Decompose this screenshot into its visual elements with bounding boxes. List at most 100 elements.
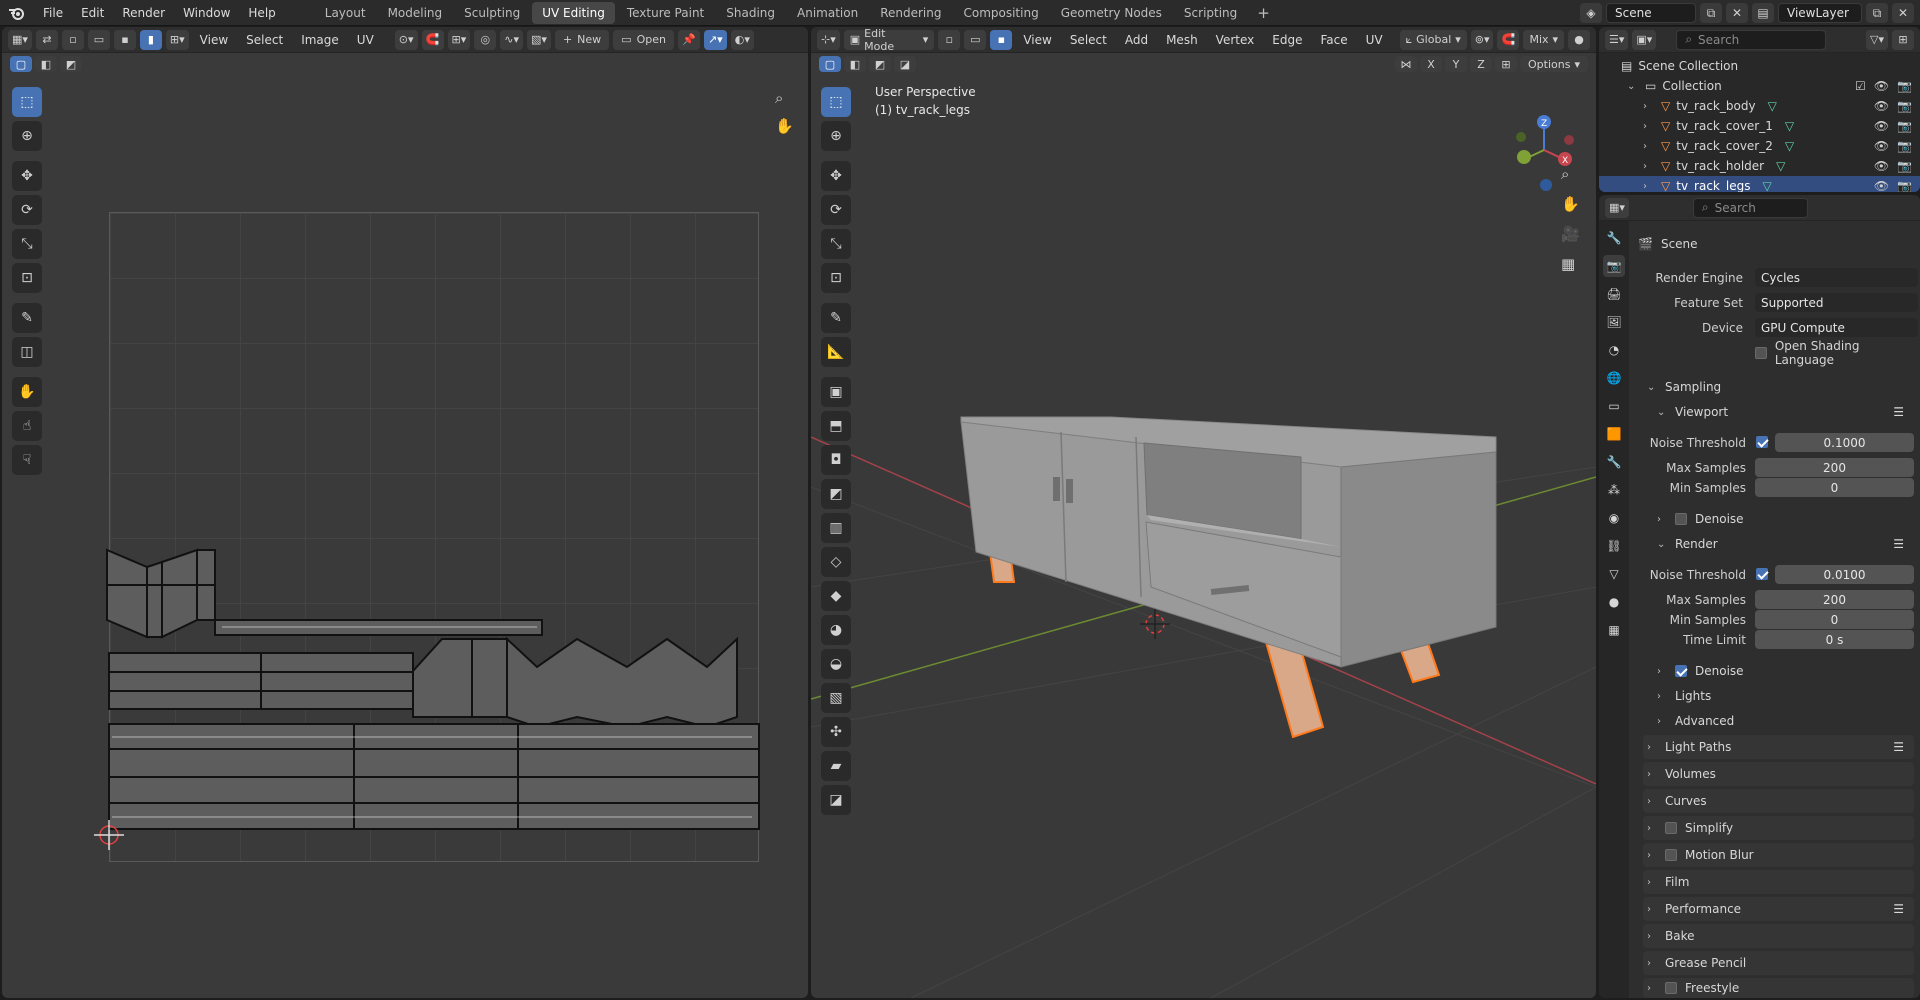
- feature-set-dropdown[interactable]: Supported: [1755, 293, 1918, 312]
- outliner-object-row-active[interactable]: › ▽ tv_rack_legs ▽ 👁 📷: [1599, 176, 1920, 192]
- extrude-region-tool-icon[interactable]: ⬒: [821, 411, 851, 441]
- tab-geometry-nodes[interactable]: Geometry Nodes: [1051, 2, 1172, 24]
- tab-uv-editing[interactable]: UV Editing: [532, 1, 615, 24]
- new-scene-icon[interactable]: ⧉: [1700, 3, 1722, 23]
- viewport-select-tool-icon[interactable]: ⬚: [821, 87, 851, 117]
- motion-blur-panel[interactable]: › Motion Blur: [1643, 843, 1914, 867]
- tab-compositing[interactable]: Compositing: [953, 2, 1048, 24]
- render-engine-dropdown[interactable]: Cycles: [1755, 268, 1918, 287]
- render-min-samples-field[interactable]: 0: [1755, 610, 1914, 629]
- tab-scripting[interactable]: Scripting: [1174, 2, 1247, 24]
- menu-file[interactable]: File: [34, 0, 72, 26]
- outliner[interactable]: ☰▾ ▣▾ ⌕ Search ▽▾ ⊞ ▤ Scene Collection ⌄ ▭ C…: [1599, 27, 1920, 192]
- tab-shading[interactable]: Shading: [716, 2, 785, 24]
- loop-cut-tool-icon[interactable]: ▥: [821, 513, 851, 543]
- viewport-pan-icon[interactable]: ✋: [1561, 195, 1580, 213]
- render-visibility-icon[interactable]: 📷: [1897, 99, 1912, 113]
- edge-slide-tool-icon[interactable]: ▧: [821, 683, 851, 713]
- outliner-object-row[interactable]: › ▽ tv_rack_holder ▽ 👁 📷: [1599, 156, 1920, 176]
- device-dropdown[interactable]: GPU Compute: [1755, 318, 1918, 337]
- render-denoise-checkbox[interactable]: [1675, 665, 1687, 677]
- uv-islands[interactable]: [2, 27, 808, 998]
- smooth-tool-icon[interactable]: ◒: [821, 649, 851, 679]
- viewport-annotate-tool-icon[interactable]: ✎: [821, 303, 851, 333]
- scene-icon[interactable]: ◈: [1580, 3, 1602, 23]
- add-cube-tool-icon[interactable]: ▣: [821, 377, 851, 407]
- menu-edit[interactable]: Edit: [72, 0, 113, 26]
- measure-tool-icon[interactable]: 📐: [821, 337, 851, 367]
- sampling-section-header[interactable]: ⌄ Sampling: [1643, 375, 1914, 399]
- render-max-samples-field[interactable]: 200: [1755, 590, 1914, 609]
- render-visibility-icon[interactable]: 📷: [1897, 119, 1912, 133]
- presets-icon[interactable]: ☰: [1893, 740, 1904, 754]
- camera-view-icon[interactable]: 🎥: [1561, 225, 1580, 243]
- menu-window[interactable]: Window: [174, 0, 239, 26]
- collection-row[interactable]: ⌄ ▭ Collection ☑ 👁 📷: [1599, 76, 1920, 96]
- bevel-tool-icon[interactable]: ◩: [821, 479, 851, 509]
- advanced-subsection[interactable]: › Advanced: [1657, 709, 1914, 733]
- render-noise-threshold-checkbox[interactable]: [1756, 568, 1768, 580]
- lights-subsection[interactable]: › Lights: [1657, 684, 1914, 708]
- ortho-toggle-icon[interactable]: ▦: [1561, 255, 1580, 273]
- simplify-checkbox[interactable]: [1665, 822, 1677, 834]
- viewport-subsection-header[interactable]: ⌄ Viewport ☰: [1657, 400, 1914, 424]
- collection-checkbox-icon[interactable]: ☑: [1855, 79, 1866, 93]
- freestyle-checkbox[interactable]: [1665, 982, 1677, 994]
- collection-tab-icon[interactable]: ▭: [1603, 395, 1625, 417]
- modifier-tab-icon[interactable]: 🔧: [1603, 451, 1625, 473]
- display-mode-icon[interactable]: ▣▾: [1632, 29, 1657, 50]
- render-visibility-icon[interactable]: 📷: [1897, 159, 1912, 173]
- view-layer-field[interactable]: ViewLayer: [1778, 3, 1862, 23]
- time-limit-field[interactable]: 0 s: [1755, 630, 1914, 649]
- viewport-min-samples-field[interactable]: 0: [1755, 478, 1914, 497]
- constraints-tab-icon[interactable]: ⛓: [1603, 535, 1625, 557]
- viewport-noise-threshold-checkbox[interactable]: [1756, 436, 1768, 448]
- menu-render[interactable]: Render: [113, 0, 174, 26]
- poly-build-tool-icon[interactable]: ◆: [821, 581, 851, 611]
- curves-panel[interactable]: › Curves: [1643, 789, 1914, 813]
- render-tab-icon[interactable]: 📷: [1603, 255, 1625, 277]
- blender-logo-icon[interactable]: [0, 0, 34, 26]
- outliner-object-row[interactable]: › ▽ tv_rack_cover_1 ▽ 👁 📷: [1599, 116, 1920, 136]
- render-visibility-icon[interactable]: 📷: [1897, 179, 1912, 192]
- presets-icon[interactable]: ☰: [1893, 902, 1904, 916]
- add-workspace-icon[interactable]: +: [1249, 4, 1278, 22]
- performance-panel[interactable]: › Performance ☰: [1643, 897, 1914, 921]
- viewport-denoise-checkbox[interactable]: [1675, 513, 1687, 525]
- mesh-data-icon[interactable]: ▽: [1776, 159, 1785, 173]
- tab-texture-paint[interactable]: Texture Paint: [617, 2, 714, 24]
- presets-icon[interactable]: ☰: [1893, 405, 1904, 419]
- tool-tab-icon[interactable]: 🔧: [1603, 227, 1625, 249]
- knife-tool-icon[interactable]: ◇: [821, 547, 851, 577]
- visibility-icon[interactable]: 👁: [1874, 99, 1889, 113]
- render-subsection-header[interactable]: ⌄ Render ☰: [1657, 532, 1914, 556]
- viewport-denoise-subsection[interactable]: › Denoise: [1657, 507, 1914, 531]
- bake-panel[interactable]: › Bake: [1643, 924, 1914, 948]
- particles-tab-icon[interactable]: ⁂: [1603, 479, 1625, 501]
- object-tab-icon[interactable]: 🟧: [1603, 423, 1625, 445]
- tv-rack-body[interactable]: [960, 416, 1497, 668]
- tab-animation[interactable]: Animation: [787, 2, 868, 24]
- viewport-noise-threshold-field[interactable]: 0.1000: [1775, 433, 1914, 452]
- expand-icon[interactable]: ›: [1643, 141, 1655, 152]
- viewport-rotate-tool-icon[interactable]: ⟳: [821, 195, 851, 225]
- osl-checkbox[interactable]: [1755, 347, 1767, 359]
- output-tab-icon[interactable]: 🖨: [1603, 283, 1625, 305]
- inset-tool-icon[interactable]: ◘: [821, 445, 851, 475]
- viewport-transform-tool-icon[interactable]: ⊡: [821, 263, 851, 293]
- render-visibility-icon[interactable]: 📷: [1897, 139, 1912, 153]
- material-tab-icon[interactable]: ●: [1603, 591, 1625, 613]
- mesh-data-icon[interactable]: ▽: [1762, 179, 1771, 192]
- expand-icon[interactable]: ›: [1643, 101, 1655, 112]
- spin-tool-icon[interactable]: ◕: [821, 615, 851, 645]
- film-panel[interactable]: › Film: [1643, 870, 1914, 894]
- scene-name-field[interactable]: Scene: [1606, 3, 1696, 23]
- viewport-scene[interactable]: Z X: [811, 27, 1596, 998]
- texture-tab-icon[interactable]: ▦: [1603, 619, 1625, 641]
- 3d-cursor-icon[interactable]: [1140, 609, 1170, 639]
- tab-sculpting[interactable]: Sculpting: [454, 2, 530, 24]
- visibility-icon[interactable]: 👁: [1874, 139, 1889, 153]
- viewport-move-tool-icon[interactable]: ✥: [821, 161, 851, 191]
- grease-pencil-panel[interactable]: › Grease Pencil: [1643, 951, 1914, 975]
- freestyle-panel[interactable]: › Freestyle: [1643, 978, 1914, 998]
